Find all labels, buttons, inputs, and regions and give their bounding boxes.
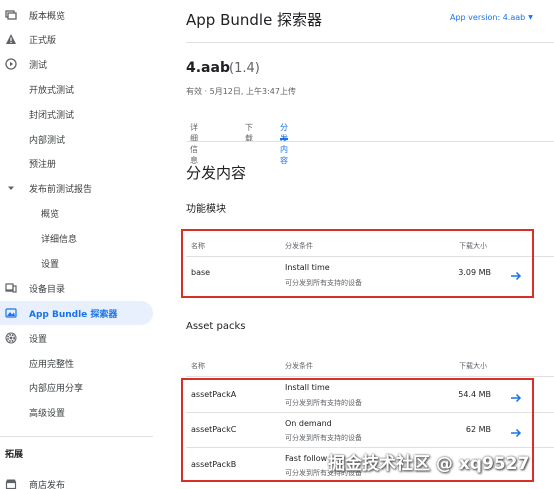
bundle-meta: 有效 · 5月12日, 上午3:47上传 xyxy=(186,87,296,96)
store-icon xyxy=(5,478,17,489)
tab-details[interactable]: 详细信息 xyxy=(190,122,198,165)
tabs-divider xyxy=(186,141,554,142)
sidebar-item-report-settings[interactable]: 设置 xyxy=(0,251,153,275)
page-title: App Bundle 探索器 xyxy=(186,11,323,29)
warning-icon xyxy=(5,33,17,45)
sidebar-item-label: 设置 xyxy=(41,259,60,270)
sidebar-item-label: 内部测试 xyxy=(29,135,66,146)
highlight-box-features xyxy=(181,229,534,298)
sidebar-item-report-overview[interactable]: 概览 xyxy=(0,201,153,225)
sidebar-item-label: 测试 xyxy=(29,60,48,71)
layers-icon xyxy=(5,9,17,21)
sidebar: 版本概览 正式版 测试 开放式测试 封闭式测试 内部测试 预注册 发布前测试报告… xyxy=(0,0,153,489)
play-circle-icon xyxy=(5,58,17,70)
sidebar-item-app-integrity[interactable]: 应用完整性 xyxy=(0,351,153,375)
sidebar-item-label: 高级设置 xyxy=(29,408,66,419)
sidebar-item-label: 设置 xyxy=(29,334,48,345)
main-content: App Bundle 探索器 App version: 4.aab ▼ 4.aa… xyxy=(153,0,554,489)
sidebar-item-setup[interactable]: 设置 xyxy=(0,326,153,350)
sidebar-item-testing[interactable]: 测试 xyxy=(0,52,153,76)
caret-down-icon xyxy=(5,182,17,194)
sidebar-item-internal-app-sharing[interactable]: 内部应用分享 xyxy=(0,375,153,399)
sidebar-item-internal-testing[interactable]: 内部测试 xyxy=(0,127,153,151)
bundle-icon xyxy=(5,307,17,319)
sidebar-item-release-overview[interactable]: 版本概览 xyxy=(0,3,153,27)
sidebar-item-advanced-settings[interactable]: 高级设置 xyxy=(0,400,153,424)
sidebar-item-label: 预注册 xyxy=(29,159,57,170)
sidebar-section-extension: 拓展 xyxy=(5,450,24,460)
sidebar-item-label: 设备目录 xyxy=(29,284,66,295)
app-version-label: App version: 4.aab xyxy=(450,13,526,22)
chevron-down-icon: ▼ xyxy=(528,14,533,21)
gear-icon xyxy=(5,332,17,344)
sidebar-item-label: 应用完整性 xyxy=(29,359,75,370)
column-header-name: 名称 xyxy=(191,362,205,370)
asset-packs-title: Asset packs xyxy=(186,321,246,332)
watermark: 掘金技术社区 @ xq9527 xyxy=(328,454,530,474)
row-divider xyxy=(186,376,554,377)
sidebar-item-label: App Bundle 探索器 xyxy=(29,309,118,320)
bundle-name: 4.aab xyxy=(186,60,230,76)
column-header-size: 下载大小 xyxy=(459,362,487,370)
sidebar-item-label: 商店发布 xyxy=(29,480,66,489)
sidebar-item-open-testing[interactable]: 开放式测试 xyxy=(0,77,153,101)
devices-icon xyxy=(5,282,17,294)
sidebar-item-app-bundle-explorer[interactable]: App Bundle 探索器 xyxy=(0,301,153,325)
sidebar-divider xyxy=(0,436,153,437)
bundle-version: (1.4) xyxy=(229,61,260,76)
sidebar-item-label: 内部应用分享 xyxy=(29,383,84,394)
sidebar-item-label: 开放式测试 xyxy=(29,85,75,96)
sidebar-item-store-presence[interactable]: 商店发布 xyxy=(0,472,153,489)
header-divider xyxy=(186,42,554,43)
sidebar-item-label: 封闭式测试 xyxy=(29,110,75,121)
feature-modules-title: 功能模块 xyxy=(186,204,226,215)
sidebar-item-device-catalog[interactable]: 设备目录 xyxy=(0,276,153,300)
sidebar-item-label: 版本概览 xyxy=(29,11,66,22)
sidebar-item-production[interactable]: 正式版 xyxy=(0,27,153,51)
sidebar-item-label: 发布前测试报告 xyxy=(29,184,93,195)
sidebar-item-label: 正式版 xyxy=(29,35,57,46)
sidebar-item-pre-registration[interactable]: 预注册 xyxy=(0,151,153,175)
tab-downloads[interactable]: 下载 xyxy=(245,122,253,143)
section-title: 分发内容 xyxy=(186,164,247,182)
tab-delivery[interactable]: 分发内容 xyxy=(280,122,288,165)
sidebar-item-report-details[interactable]: 详细信息 xyxy=(0,226,153,250)
sidebar-item-closed-testing[interactable]: 封闭式测试 xyxy=(0,102,153,126)
column-header-condition: 分发条件 xyxy=(285,362,313,370)
sidebar-item-label: 详细信息 xyxy=(41,234,78,245)
sidebar-item-label: 概览 xyxy=(41,209,60,220)
sidebar-item-pre-launch-report[interactable]: 发布前测试报告 xyxy=(0,176,153,200)
app-version-select[interactable]: App version: 4.aab ▼ xyxy=(450,13,533,22)
